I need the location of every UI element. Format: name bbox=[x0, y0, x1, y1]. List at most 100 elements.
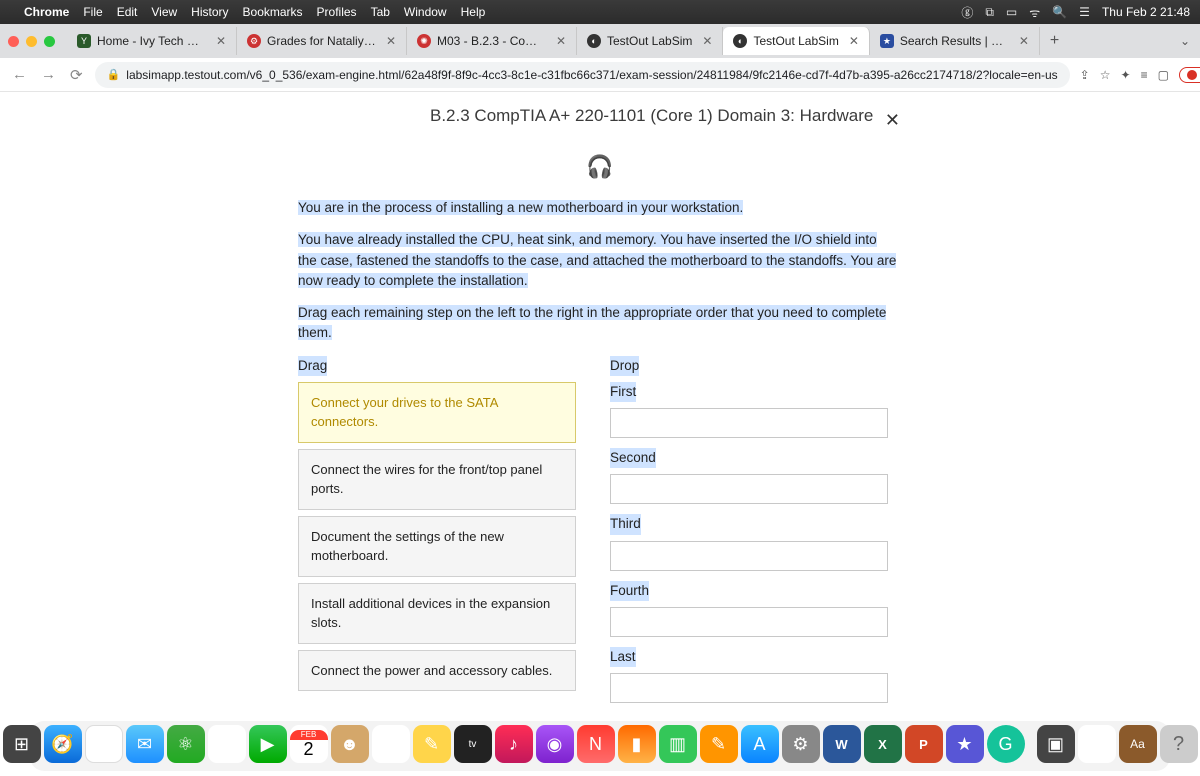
dock-news-icon[interactable]: N bbox=[577, 725, 615, 763]
dock-photos-icon[interactable]: ❀ bbox=[208, 725, 246, 763]
dock-settings-icon[interactable]: ⚙ bbox=[782, 725, 820, 763]
menu-profiles[interactable]: Profiles bbox=[317, 5, 357, 19]
dock-contacts-icon[interactable]: ☻ bbox=[331, 725, 369, 763]
reading-list-icon[interactable]: ≡ bbox=[1141, 68, 1148, 82]
side-panel-icon[interactable]: ▢ bbox=[1158, 68, 1169, 82]
drag-item[interactable]: Connect the power and accessory cables. bbox=[298, 650, 576, 692]
menu-view[interactable]: View bbox=[151, 5, 177, 19]
dock-slack-icon[interactable]: ✱ bbox=[1078, 725, 1116, 763]
drag-item[interactable]: Install additional devices in the expans… bbox=[298, 583, 576, 644]
reload-button[interactable]: ⟳ bbox=[68, 66, 85, 84]
wifi-icon[interactable]: ᯤ bbox=[1029, 4, 1040, 21]
drop-slot[interactable] bbox=[610, 408, 888, 438]
dock-launchpad-icon[interactable]: ⊞ bbox=[3, 725, 41, 763]
dock-help-icon[interactable]: ? bbox=[1160, 725, 1198, 763]
profile-paused-badge[interactable]: Paused bbox=[1179, 67, 1200, 83]
grammarly-icon[interactable]: ⓖ bbox=[961, 4, 973, 21]
menu-bookmarks[interactable]: Bookmarks bbox=[243, 5, 303, 19]
tab-m03[interactable]: ✺M03 - B.2.3 - CompTIA A+ 220✕ bbox=[407, 27, 577, 55]
dock-dictionary-icon[interactable]: Aa bbox=[1119, 725, 1157, 763]
drop-slot[interactable] bbox=[610, 607, 888, 637]
dock-podcasts-icon[interactable]: ◉ bbox=[536, 725, 574, 763]
menu-file[interactable]: File bbox=[83, 5, 102, 19]
dock-appstore-icon[interactable]: A bbox=[741, 725, 779, 763]
favicon-icon: ✺ bbox=[417, 34, 431, 48]
bookmark-icon[interactable]: ☆ bbox=[1100, 68, 1111, 82]
dock-chrome-icon[interactable]: ◉ bbox=[85, 725, 123, 763]
favicon-icon: ★ bbox=[880, 34, 894, 48]
extensions-icon[interactable]: ✦ bbox=[1121, 68, 1131, 82]
drop-column: Drop First Second Third Fourth Last bbox=[610, 356, 888, 713]
drag-heading: Drag bbox=[298, 356, 327, 376]
forward-button[interactable]: → bbox=[39, 66, 58, 83]
drag-item[interactable]: Connect your drives to the SATA connecto… bbox=[298, 382, 576, 443]
control-center-icon[interactable]: ☰ bbox=[1079, 5, 1090, 19]
app-name[interactable]: Chrome bbox=[24, 5, 69, 19]
window-zoom-icon[interactable] bbox=[44, 36, 55, 47]
dock-notes-icon[interactable]: ✎ bbox=[413, 725, 451, 763]
window-minimize-icon[interactable] bbox=[26, 36, 37, 47]
favicon-icon: ◐ bbox=[733, 34, 747, 48]
tab-close-icon[interactable]: ✕ bbox=[386, 34, 396, 48]
battery-icon[interactable]: ▭ bbox=[1006, 5, 1017, 19]
tab-close-icon[interactable]: ✕ bbox=[702, 34, 712, 48]
menu-tab[interactable]: Tab bbox=[371, 5, 390, 19]
tab-close-icon[interactable]: ✕ bbox=[556, 34, 566, 48]
page-content: B.2.3 CompTIA A+ 220-1101 (Core 1) Domai… bbox=[0, 92, 1200, 712]
tab-label: TestOut LabSim bbox=[753, 34, 838, 48]
drop-label: Second bbox=[610, 448, 656, 468]
drag-item[interactable]: Document the settings of the new motherb… bbox=[298, 516, 576, 577]
tab-labsim2[interactable]: ◐ TestOut LabSim ✕ bbox=[723, 27, 869, 55]
drag-item[interactable]: Connect the wires for the front/top pane… bbox=[298, 449, 576, 510]
dock-music-icon[interactable]: ♪ bbox=[495, 725, 533, 763]
dock-vm-icon[interactable]: ▣ bbox=[1037, 725, 1075, 763]
tab-grades[interactable]: ⚙Grades for Nataliya Brackin: A✕ bbox=[237, 27, 407, 55]
drop-slot[interactable] bbox=[610, 673, 888, 703]
dock-pages-icon[interactable]: ✎ bbox=[700, 725, 738, 763]
menu-history[interactable]: History bbox=[191, 5, 228, 19]
menu-window[interactable]: Window bbox=[404, 5, 447, 19]
screen-record-icon[interactable]: ⧉ bbox=[985, 5, 994, 20]
tab-ivytech[interactable]: YHome - Ivy Tech Community C✕ bbox=[67, 27, 237, 55]
dock-reminders-icon[interactable]: ☰ bbox=[372, 725, 410, 763]
drop-label: Fourth bbox=[610, 581, 649, 601]
dock-calendar-icon[interactable]: FEB2 bbox=[290, 725, 328, 763]
dock-word-icon[interactable]: W bbox=[823, 725, 861, 763]
tab-label: Grades for Nataliya Brackin: A bbox=[267, 34, 376, 48]
tab-close-icon[interactable]: ✕ bbox=[849, 34, 859, 48]
tab-label: Search Results | Course Hero bbox=[900, 34, 1009, 48]
audio-icon[interactable]: 🎧 bbox=[0, 154, 1200, 180]
menu-help[interactable]: Help bbox=[461, 5, 486, 19]
tab-coursehero[interactable]: ★ Search Results | Course Hero ✕ bbox=[870, 27, 1040, 55]
new-tab-button[interactable]: + bbox=[1040, 32, 1069, 50]
drop-slot[interactable] bbox=[610, 541, 888, 571]
dock-excel-icon[interactable]: X bbox=[864, 725, 902, 763]
macos-dock: ☺ ⊞ 🧭 ◉ ✉ ⚛ ❀ ▶ FEB2 ☻ ☰ ✎ tv ♪ ◉ N ▮ ▥ … bbox=[0, 715, 1200, 773]
close-exam-button[interactable]: ✕ bbox=[885, 110, 900, 131]
tab-overflow-icon[interactable]: ⌄ bbox=[1170, 34, 1200, 48]
dock-keynote-icon[interactable]: ▮ bbox=[618, 725, 656, 763]
dock-atom-icon[interactable]: ⚛ bbox=[167, 725, 205, 763]
tab-label: TestOut LabSim bbox=[607, 34, 692, 48]
question-context: You have already installed the CPU, heat… bbox=[298, 232, 896, 288]
drop-heading: Drop bbox=[610, 356, 639, 376]
window-close-icon[interactable] bbox=[8, 36, 19, 47]
spotlight-icon[interactable]: 🔍 bbox=[1052, 5, 1067, 19]
menu-edit[interactable]: Edit bbox=[117, 5, 138, 19]
dock-numbers-icon[interactable]: ▥ bbox=[659, 725, 697, 763]
address-bar[interactable]: 🔒 labsimapp.testout.com/v6_0_536/exam-en… bbox=[95, 62, 1070, 88]
tab-labsim1[interactable]: ◐TestOut LabSim✕ bbox=[577, 27, 723, 55]
dock-imovie-icon[interactable]: ★ bbox=[946, 725, 984, 763]
dock-mail-icon[interactable]: ✉ bbox=[126, 725, 164, 763]
dock-powerpoint-icon[interactable]: P bbox=[905, 725, 943, 763]
dock-tv-icon[interactable]: tv bbox=[454, 725, 492, 763]
menubar-clock[interactable]: Thu Feb 2 21:48 bbox=[1102, 5, 1190, 19]
dock-facetime-icon[interactable]: ▶ bbox=[249, 725, 287, 763]
drop-slot[interactable] bbox=[610, 474, 888, 504]
tab-close-icon[interactable]: ✕ bbox=[216, 34, 226, 48]
tab-close-icon[interactable]: ✕ bbox=[1019, 34, 1029, 48]
dock-grammarly-icon[interactable]: G bbox=[987, 725, 1025, 763]
share-icon[interactable]: ⇪ bbox=[1080, 68, 1090, 82]
dock-safari-icon[interactable]: 🧭 bbox=[44, 725, 82, 763]
back-button[interactable]: ← bbox=[10, 66, 29, 83]
